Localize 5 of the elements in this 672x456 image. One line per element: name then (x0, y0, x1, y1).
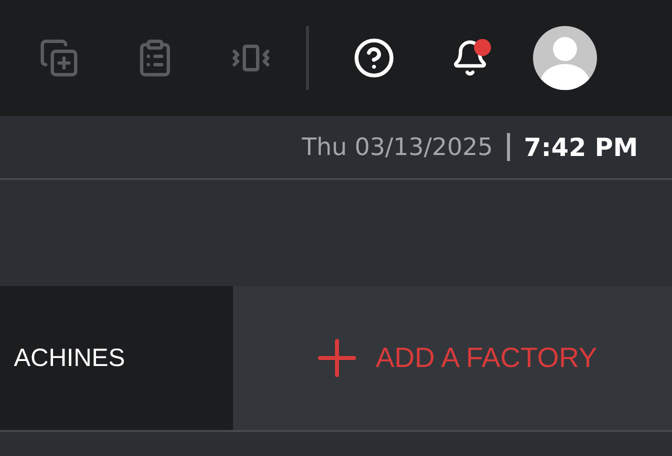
plus-icon (318, 339, 356, 377)
machines-tab[interactable]: ACHINES (0, 286, 233, 430)
time-text: 7:42 PM (524, 132, 638, 162)
date-text: Thu 03/13/2025 (302, 133, 493, 161)
help-icon[interactable] (353, 37, 395, 79)
